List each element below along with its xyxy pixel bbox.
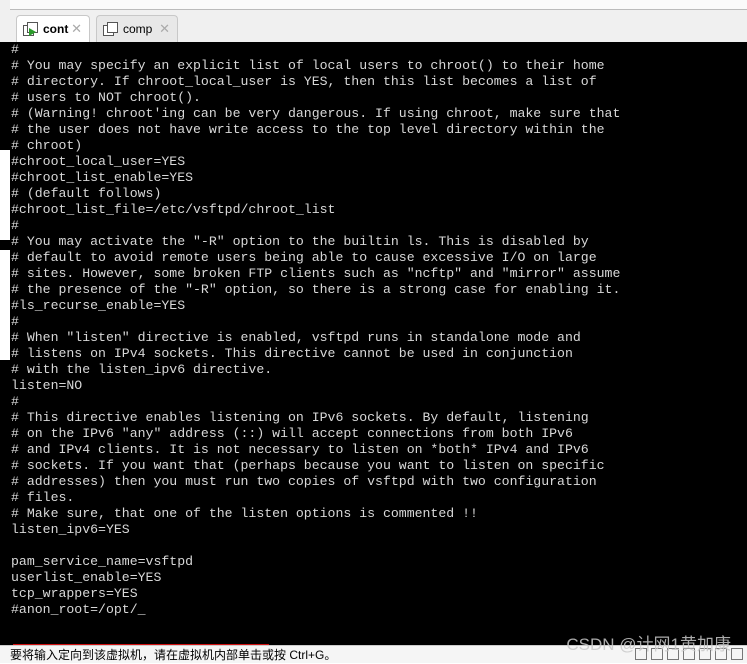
close-icon[interactable]: ✕ (71, 21, 82, 37)
terminal-line: # sockets. If you want that (perhaps bec… (11, 458, 605, 473)
tab-comp[interactable]: comp ✕ (96, 15, 178, 42)
terminal-line: # the presence of the "-R" option, so th… (11, 282, 621, 297)
close-icon[interactable]: ✕ (159, 21, 170, 37)
tab-cont[interactable]: cont ✕ (16, 15, 90, 42)
background-window-edge (0, 250, 10, 360)
toolbar-strip (10, 0, 747, 10)
terminal-line: # (Warning! chroot'ing can be very dange… (11, 106, 621, 121)
terminal-line: # When "listen" directive is enabled, vs… (11, 330, 581, 345)
terminal-line: # addresses) then you must run two copie… (11, 474, 597, 489)
background-window-edge (0, 150, 10, 240)
tab-label: cont (43, 22, 69, 36)
terminal-line: #chroot_local_user=YES (11, 154, 186, 169)
terminal-line: # (11, 42, 19, 57)
terminal-line: # (default follows) (11, 186, 162, 201)
terminal-line: # (11, 218, 19, 233)
terminal-line: pam_service_name=vsftpd (11, 554, 194, 569)
watermark: CSDN @计网1黄加康 (566, 635, 731, 654)
terminal-text: # # You may specify an explicit list of l… (11, 42, 620, 618)
terminal-line: # with the listen_ipv6 directive. (11, 362, 273, 377)
terminal-line: userlist_enable=YES (11, 570, 162, 585)
terminal-line: #chroot_list_enable=YES (11, 170, 194, 185)
terminal-line: # the user does not have write access to… (11, 122, 605, 137)
vm-icon (103, 22, 118, 36)
terminal-line: # You may specify an explicit list of lo… (11, 58, 605, 73)
terminal-line: # and IPv4 clients. It is not necessary … (11, 442, 589, 457)
terminal-line: # files. (11, 490, 75, 505)
terminal-line: # listens on IPv4 sockets. This directiv… (11, 346, 573, 361)
terminal-line: # users to NOT chroot(). (11, 90, 201, 105)
vm-console[interactable]: # # You may specify an explicit list of l… (10, 42, 747, 645)
vm-running-icon (23, 22, 38, 36)
tab-bar: cont ✕ comp ✕ (0, 0, 747, 43)
terminal-line: #ls_recurse_enable=YES (11, 298, 186, 313)
terminal-line: # sites. However, some broken FTP client… (11, 266, 621, 281)
terminal-line: #anon_root=/opt/_ (11, 602, 146, 617)
terminal-line: # Make sure, that one of the listen opti… (11, 506, 478, 521)
terminal-line: # This directive enables listening on IP… (11, 410, 589, 425)
terminal-line: # default to avoid remote users being ab… (11, 250, 597, 265)
terminal-line: # directory. If chroot_local_user is YES… (11, 74, 597, 89)
terminal-line: #chroot_list_file=/etc/vsftpd/chroot_lis… (11, 202, 336, 217)
terminal-line: # (11, 314, 19, 329)
terminal-line: # (11, 394, 19, 409)
status-text: 要将输入定向到该虚拟机，请在虚拟机内部单击或按 Ctrl+G。 (10, 648, 337, 662)
terminal-line: # chroot) (11, 138, 83, 153)
terminal-line: # You may activate the "-R" option to th… (11, 234, 589, 249)
terminal-line: # on the IPv6 "any" address (::) will ac… (11, 426, 573, 441)
tab-label: comp (123, 22, 153, 36)
terminal-line: listen=NO (11, 378, 83, 393)
terminal-line: tcp_wrappers=YES (11, 586, 138, 601)
terminal-line: listen_ipv6=YES (11, 522, 130, 537)
display-icon[interactable] (731, 648, 743, 660)
